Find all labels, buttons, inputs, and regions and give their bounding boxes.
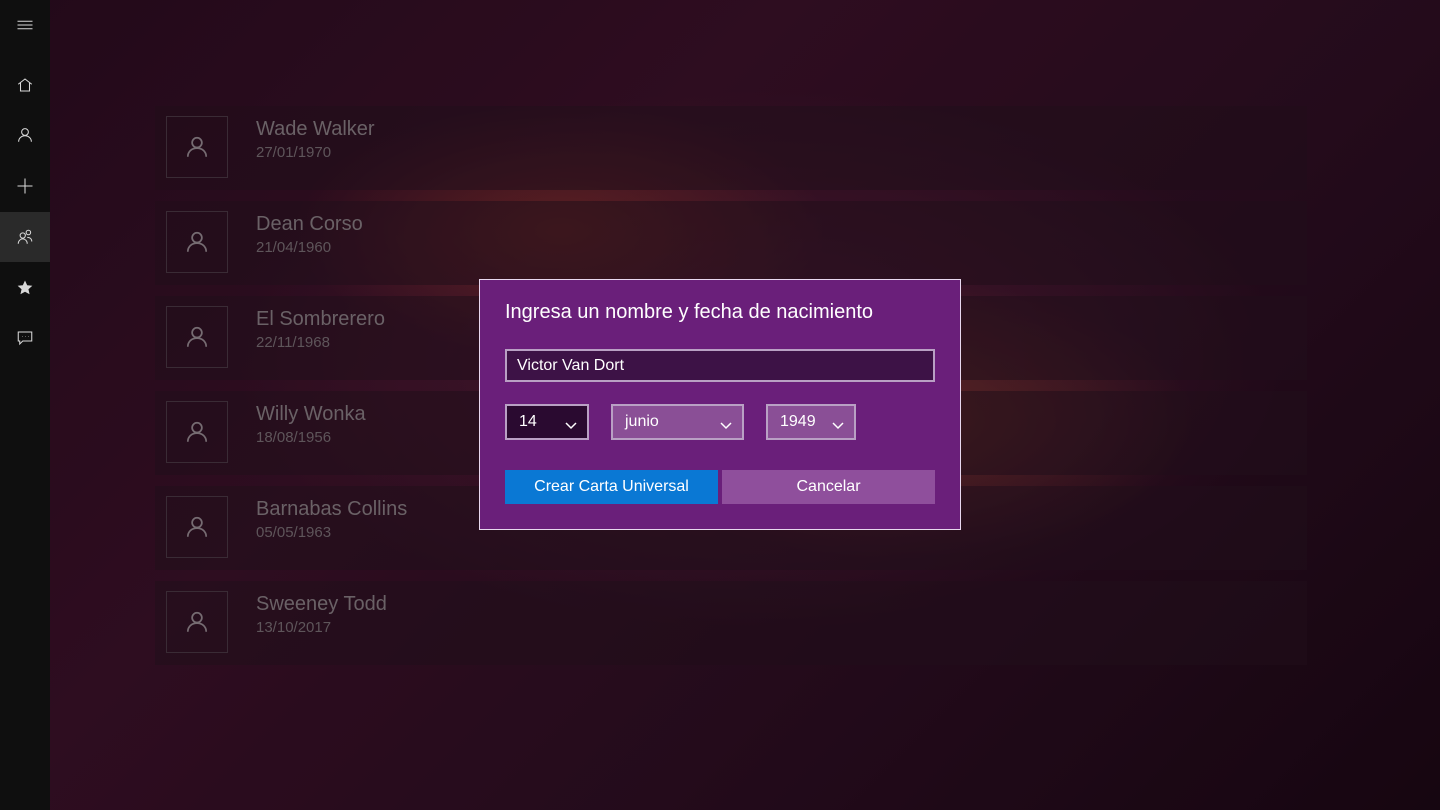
star-icon — [17, 280, 33, 295]
chevron-down-icon — [565, 417, 577, 430]
nav-people-button[interactable] — [0, 212, 50, 262]
hamburger-icon — [17, 20, 33, 30]
hamburger-menu-button[interactable] — [0, 0, 50, 50]
home-icon — [17, 78, 33, 92]
create-chart-button[interactable]: Crear Carta Universal — [505, 470, 718, 504]
nav-add-button[interactable] — [0, 161, 50, 211]
dialog-title: Ingresa un nombre y fecha de nacimiento — [505, 301, 873, 323]
feedback-icon — [17, 331, 33, 346]
year-select[interactable]: 1949 — [766, 404, 856, 440]
year-value: 1949 — [780, 413, 816, 430]
person-icon — [18, 128, 32, 142]
add-icon — [17, 178, 33, 194]
nav-feedback-button[interactable] — [0, 313, 50, 363]
new-chart-dialog: Ingresa un nombre y fecha de nacimiento … — [479, 279, 961, 530]
month-select[interactable]: junio — [611, 404, 744, 440]
nav-home-button[interactable] — [0, 60, 50, 110]
day-value: 14 — [519, 413, 537, 430]
people-icon — [17, 229, 33, 244]
nav-rail — [0, 0, 50, 810]
nav-favorites-button[interactable] — [0, 263, 50, 313]
chevron-down-icon — [832, 417, 844, 430]
cancel-button[interactable]: Cancelar — [722, 470, 935, 504]
chevron-down-icon — [720, 417, 732, 430]
name-input[interactable] — [505, 349, 935, 382]
month-value: junio — [625, 413, 659, 430]
nav-profile-button[interactable] — [0, 110, 50, 160]
day-select[interactable]: 14 — [505, 404, 589, 440]
